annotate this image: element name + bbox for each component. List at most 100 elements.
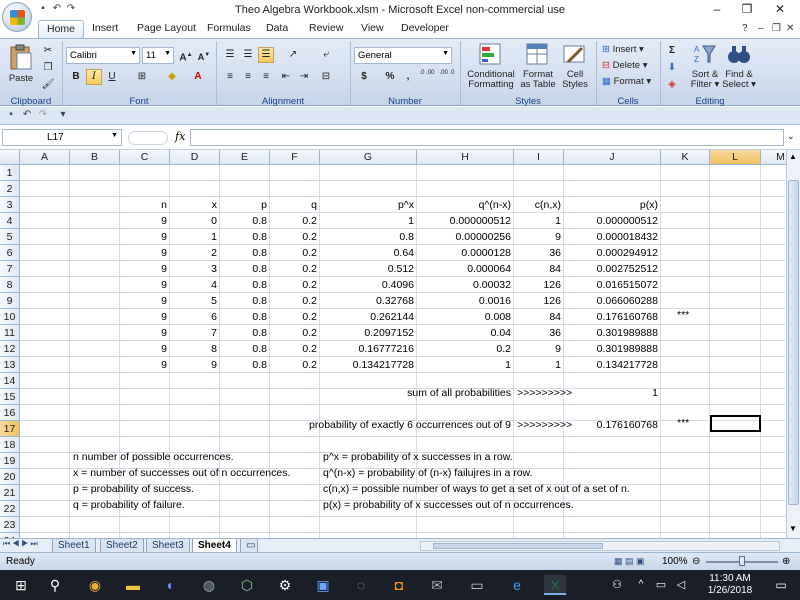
select-all-corner[interactable] [0, 150, 20, 165]
exact-value[interactable]: 0.176160768 [564, 417, 661, 433]
cell-q-pow-n-x[interactable]: 0.000000512 [417, 213, 514, 229]
note-right[interactable]: q^(n-x) = probability of (n-x) failujres… [320, 465, 720, 481]
vertical-scroll-thumb[interactable] [788, 180, 799, 505]
cell-c-n-x[interactable]: 9 [514, 229, 564, 245]
view-buttons-icon[interactable]: ▦ ▤ ▣ [614, 556, 645, 567]
cell-p[interactable]: 0.8 [220, 229, 270, 245]
insert-sheet-icon[interactable]: ▭ [240, 539, 258, 553]
cell-q-pow-n-x[interactable]: 0.00000256 [417, 229, 514, 245]
cell-mark[interactable] [674, 211, 710, 227]
cell-n[interactable]: 9 [120, 309, 170, 325]
cell-x[interactable]: 6 [170, 309, 220, 325]
align-left-icon[interactable]: ≡ [222, 69, 238, 85]
cell-q[interactable]: 0.2 [270, 293, 320, 309]
cell-n[interactable]: 9 [120, 357, 170, 373]
cut-icon[interactable]: ✂ [40, 43, 56, 59]
cell-x[interactable]: 7 [170, 325, 220, 341]
cell-p-of-x[interactable]: 0.176160768 [564, 309, 661, 325]
cell-mark[interactable] [674, 243, 710, 259]
excel-icon[interactable]: X [544, 575, 566, 595]
cell-x[interactable]: 0 [170, 213, 220, 229]
cell-p-of-x[interactable]: 0.000018432 [564, 229, 661, 245]
cell-c-n-x[interactable]: 126 [514, 277, 564, 293]
column-header[interactable]: J [564, 150, 661, 165]
file-explorer-icon[interactable]: ▬ [122, 575, 144, 595]
cell-p-pow-x[interactable]: 0.512 [320, 261, 417, 277]
autosum-icon[interactable]: Σ [664, 43, 680, 59]
sheet-nav-icon[interactable]: ⏮◀▶⏭ [3, 539, 40, 549]
shrink-font-icon[interactable]: A▼ [196, 47, 212, 63]
insert-cells-button[interactable]: ⊞ Insert ▾ [602, 44, 644, 55]
app-icon[interactable]: ▣ [312, 575, 334, 595]
row-header[interactable]: 7 [0, 261, 20, 277]
expand-formula-icon[interactable]: ⌄ [787, 131, 795, 142]
cell-p-pow-x[interactable]: 0.134217728 [320, 357, 417, 373]
note-right[interactable]: p^x = probability of x successes in a ro… [320, 449, 720, 465]
merge-center-icon[interactable]: ⊟ [318, 69, 334, 85]
save-icon[interactable]: ▪ [4, 109, 18, 123]
note-left[interactable]: x = number of successes out of n occurre… [70, 465, 320, 481]
zoom-level[interactable]: 100% [662, 556, 688, 567]
app-icon[interactable]: ✉ [426, 575, 448, 595]
column-header[interactable]: K [661, 150, 710, 165]
tab-review[interactable]: Review [309, 22, 343, 34]
cell-c-n-x[interactable]: 1 [514, 357, 564, 373]
cell-n[interactable]: 9 [120, 245, 170, 261]
paste-button[interactable]: Paste [6, 43, 36, 91]
row-header[interactable]: 15 [0, 389, 20, 405]
column-header[interactable]: C [120, 150, 170, 165]
delete-cells-button[interactable]: ⊟ Delete ▾ [602, 60, 648, 71]
cell-q[interactable]: 0.2 [270, 277, 320, 293]
align-right-icon[interactable]: ≡ [258, 69, 274, 85]
cell-p-pow-x[interactable]: 0.8 [320, 229, 417, 245]
app-icon[interactable]: ⚙ [274, 575, 296, 595]
align-middle-icon[interactable]: ☰ [240, 47, 256, 63]
currency-button[interactable]: $ [356, 69, 372, 85]
app-icon[interactable]: ⬡ [236, 575, 258, 595]
font-name-select[interactable]: Calibri ▼ [66, 47, 140, 64]
cell-mark[interactable] [674, 275, 710, 291]
cell-p-pow-x[interactable]: 1 [320, 213, 417, 229]
header-x[interactable]: x [170, 197, 220, 213]
copy-icon[interactable]: ❐ [40, 60, 56, 76]
name-box[interactable]: L17 ▼ [2, 129, 122, 146]
cell-mark[interactable] [674, 355, 710, 371]
cell-q[interactable]: 0.2 [270, 325, 320, 341]
cell-p-of-x[interactable]: 0.002752512 [564, 261, 661, 277]
underline-button[interactable]: U [104, 69, 120, 85]
column-header[interactable]: D [170, 150, 220, 165]
cell-p-of-x[interactable]: 0.000294912 [564, 245, 661, 261]
cell-p-pow-x[interactable]: 0.2097152 [320, 325, 417, 341]
cell-n[interactable]: 9 [120, 325, 170, 341]
cell-p-of-x[interactable]: 0.066060288 [564, 293, 661, 309]
cell-p-pow-x[interactable]: 0.64 [320, 245, 417, 261]
exact-label[interactable]: probability of exactly 6 occurrences out… [270, 417, 514, 433]
customize-qat-icon[interactable]: ▾ [56, 109, 70, 123]
cell-p-of-x[interactable]: 0.000000512 [564, 213, 661, 229]
fill-icon[interactable]: ⬇ [664, 60, 680, 76]
row-header[interactable]: 19 [0, 453, 20, 469]
column-header[interactable]: G [320, 150, 417, 165]
row-header[interactable]: 5 [0, 229, 20, 245]
vertical-scrollbar[interactable]: ▲ ▼ [786, 150, 800, 538]
number-format-select[interactable]: General ▼ [354, 47, 452, 64]
row-header[interactable]: 3 [0, 197, 20, 213]
comma-button[interactable]: , [400, 69, 416, 85]
sheet-tab[interactable]: Sheet2 [100, 539, 144, 553]
italic-button[interactable]: I [86, 69, 102, 85]
scroll-up-icon[interactable]: ▲ [789, 152, 797, 161]
cell-x[interactable]: 8 [170, 341, 220, 357]
row-header[interactable]: 11 [0, 325, 20, 341]
search-icon[interactable]: ⚲ [44, 575, 66, 595]
row-header[interactable]: 9 [0, 293, 20, 309]
font-size-select[interactable]: 11 ▼ [142, 47, 174, 64]
cell-x[interactable]: 1 [170, 229, 220, 245]
increase-indent-icon[interactable]: ⇥ [296, 69, 312, 85]
cell-q[interactable]: 0.2 [270, 245, 320, 261]
tab-data[interactable]: Data [266, 22, 288, 34]
note-right[interactable]: p(x) = probability of x successes out of… [320, 497, 720, 513]
column-header[interactable]: I [514, 150, 564, 165]
app-icon[interactable]: ◘ [388, 575, 410, 595]
cell-c-n-x[interactable]: 1 [514, 213, 564, 229]
find-select-button[interactable]: Find & Select ▾ [722, 42, 756, 94]
